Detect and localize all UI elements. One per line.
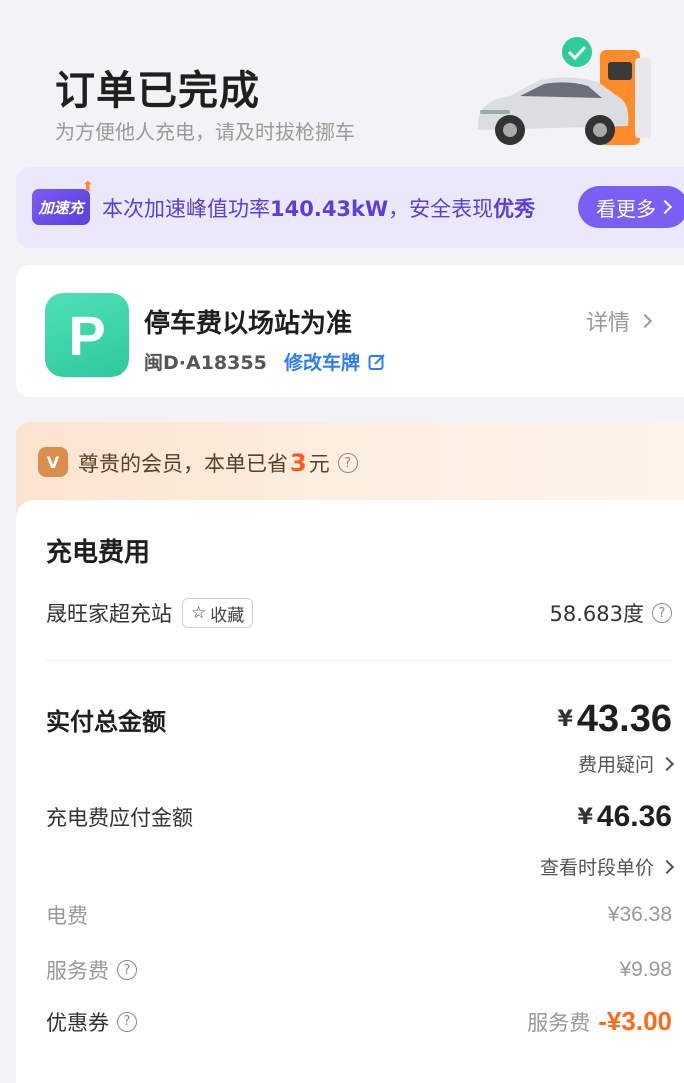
page-subtitle: 为方便他人充电，请及时拔枪挪车	[55, 120, 355, 144]
boost-summary: 本次加速峰值功率140.43kW，安全表现优秀	[102, 193, 535, 223]
boost-banner: 加速充 ⬆ 本次加速峰值功率140.43kW，安全表现优秀 看更多	[16, 167, 684, 248]
due-row: 充电费应付金额 ¥ 46.36	[46, 800, 672, 834]
member-text-suffix: 元	[308, 452, 330, 476]
service-row: 服务费 ? ¥9.98	[46, 955, 672, 985]
fee-title: 充电费用	[46, 538, 151, 568]
chevron-right-icon	[659, 859, 675, 874]
page-header: 订单已完成 为方便他人充电，请及时拔枪挪车	[0, 0, 684, 165]
member-text-prefix: 尊贵的会员，本单已省	[78, 452, 288, 476]
boost-badge: 加速充 ⬆	[32, 180, 94, 225]
help-icon[interactable]: ?	[117, 1011, 137, 1032]
help-icon[interactable]: ?	[117, 960, 137, 980]
station-row: 晟旺家超充站 ☆ 收藏 58.683度 ?	[46, 598, 672, 628]
total-amount: 43.36	[576, 698, 672, 740]
total-label: 实付总金额	[46, 708, 166, 736]
boost-badge-label: 加速充	[38, 198, 84, 217]
due-label: 充电费应付金额	[46, 806, 193, 830]
see-more-label: 看更多	[596, 196, 656, 221]
arrow-up-icon: ⬆	[82, 179, 94, 195]
coupon-amount: -¥3.00	[598, 1006, 672, 1036]
total-row: 实付总金额 ¥ 43.36	[46, 698, 672, 741]
coupon-row: 优惠券 ? 服务费 -¥3.00	[46, 1006, 672, 1037]
chevron-right-icon	[659, 756, 675, 771]
service-label: 服务费	[46, 959, 109, 983]
parking-icon: P	[45, 293, 129, 377]
period-price-link[interactable]: 查看时段单价	[539, 853, 675, 880]
electricity-label: 电费	[46, 904, 88, 928]
license-plate: 闽D·A18355	[144, 352, 267, 374]
help-icon[interactable]: ?	[337, 453, 358, 473]
see-more-button[interactable]: 看更多	[578, 186, 684, 228]
saved-amount: 3	[290, 449, 307, 477]
member-savings-text: 尊贵的会员，本单已省 3 元 ?	[78, 448, 358, 478]
fee-question-label: 费用疑问	[577, 754, 654, 776]
parking-title: 停车费以场站为准	[144, 309, 353, 339]
star-icon: ☆	[191, 603, 207, 623]
period-price-label: 查看时段单价	[539, 857, 654, 879]
boost-rating: 优秀	[493, 197, 536, 221]
boost-text-prefix: 本次加速峰值功率	[102, 197, 270, 221]
favorite-label: 收藏	[210, 605, 245, 626]
fee-card: 充电费用 晟旺家超充站 ☆ 收藏 58.683度 ? 实付总金额 ¥ 43.36…	[16, 500, 684, 1083]
chevron-right-icon	[637, 313, 653, 329]
electricity-row: 电费 ¥36.38	[46, 900, 672, 930]
ev-charging-car-illustration	[478, 37, 651, 145]
help-icon[interactable]: ?	[652, 603, 672, 623]
parking-card: P 停车费以场站为准 闽D·A18355 修改车牌 详情	[16, 265, 684, 397]
fee-question-link[interactable]: 费用疑问	[577, 750, 675, 777]
page-title: 订单已完成	[55, 68, 260, 114]
due-amount: 46.36	[596, 800, 672, 833]
edit-plate-link[interactable]: 修改车牌	[284, 348, 386, 375]
coupon-label: 优惠券	[46, 1010, 109, 1035]
electricity-amount: ¥36.38	[607, 903, 672, 926]
edit-icon	[368, 353, 385, 370]
total-currency: ¥	[557, 707, 573, 732]
station-name: 晟旺家超充站	[46, 602, 172, 626]
edit-plate-label: 修改车牌	[284, 352, 361, 374]
service-amount: ¥9.98	[619, 958, 672, 981]
chevron-right-icon	[657, 199, 673, 215]
boost-power: 140.43kW	[270, 197, 389, 221]
coupon-type: 服务费	[527, 1010, 591, 1035]
boost-text-mid: ，安全表现	[388, 197, 494, 221]
parking-detail-link[interactable]: 详情	[586, 305, 653, 337]
divider	[46, 660, 672, 661]
favorite-button[interactable]: ☆ 收藏	[182, 598, 254, 628]
detail-label: 详情	[586, 311, 631, 336]
due-currency: ¥	[577, 804, 593, 830]
member-medal-icon: V	[38, 447, 68, 477]
energy-value: 58.683度	[549, 602, 644, 626]
